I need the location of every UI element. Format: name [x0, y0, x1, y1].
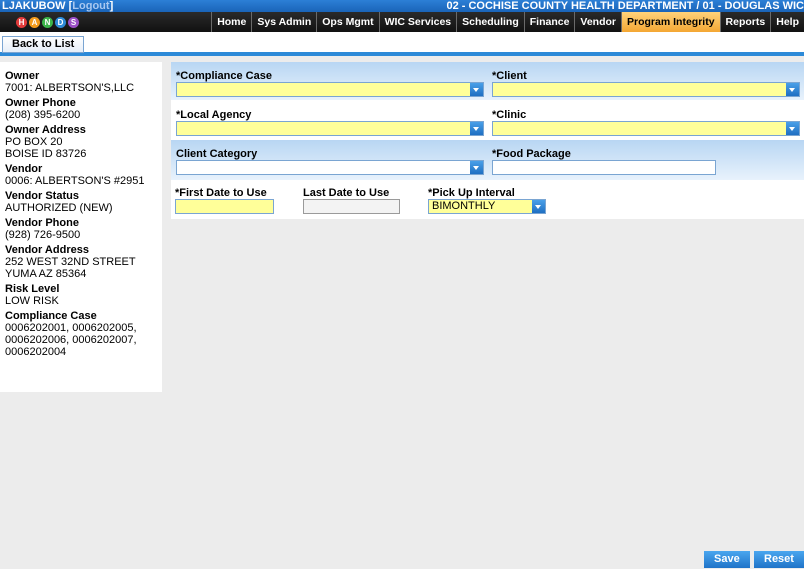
info-label: Vendor Address	[5, 244, 89, 256]
food-package-field: *Food Package	[492, 148, 717, 175]
chevron-down-icon[interactable]	[470, 122, 483, 135]
action-row: Back to List	[0, 32, 804, 56]
local-agency-field: *Local Agency	[176, 109, 484, 136]
client-category-select[interactable]	[176, 160, 484, 175]
info-value: 0006: ALBERTSON'S #2951	[5, 175, 145, 187]
local-agency-select[interactable]	[176, 121, 484, 136]
client-field: *Client	[492, 70, 800, 97]
info-value: 252 WEST 32ND STREET YUMA AZ 85364	[5, 256, 136, 280]
chevron-down-icon[interactable]	[786, 83, 799, 96]
logo-letter: A	[29, 17, 40, 28]
info-value: AUTHORIZED (NEW)	[5, 202, 113, 214]
logout-link[interactable]: Logout	[72, 0, 109, 12]
info-value: LOW RISK	[5, 295, 59, 307]
vendor-info-panel: Owner 7001: ALBERTSON'S,LLC Owner Phone (20…	[0, 62, 162, 392]
hands-logo: HANDS	[6, 13, 86, 31]
nav-item-vendor[interactable]: Vendor	[574, 12, 621, 32]
save-button[interactable]: Save	[704, 551, 750, 568]
form-row-2: *Local Agency *Clinic	[171, 100, 804, 140]
info-label: Vendor Phone	[5, 217, 79, 229]
username: LJAKUBOW	[2, 0, 66, 12]
local-agency-label: *Local Agency	[176, 109, 252, 121]
logo-letter: D	[55, 17, 66, 28]
agency-clinic-label: 02 - COCHISE COUNTY HEALTH DEPARTMENT / …	[446, 0, 804, 12]
info-value: 0006202001, 0006202005, 0006202006, 0006…	[5, 322, 137, 358]
reset-button[interactable]: Reset	[754, 551, 804, 568]
nav-item-program-integrity[interactable]: Program Integrity	[621, 12, 720, 32]
info-label: Vendor	[5, 163, 43, 175]
logo-letter: H	[16, 17, 27, 28]
info-label: Owner Phone	[5, 97, 76, 109]
logo-letter: N	[42, 17, 53, 28]
form-row-3: Client Category *Food Package	[171, 140, 804, 180]
info-label: Vendor Status	[5, 190, 79, 202]
last-date-field: Last Date to Use	[303, 187, 403, 214]
info-value: (928) 726-9500	[5, 229, 81, 241]
pickup-interval-field: *Pick Up Interval BIMONTHLY	[428, 187, 548, 214]
compliance-case-field: *Compliance Case	[176, 70, 484, 97]
food-package-input[interactable]	[492, 160, 716, 175]
info-value: 7001: ALBERTSON'S,LLC	[5, 82, 135, 94]
nav-item-scheduling[interactable]: Scheduling	[456, 12, 524, 32]
nav-item-home[interactable]: Home	[211, 12, 251, 32]
chevron-down-icon[interactable]	[532, 200, 545, 213]
pickup-interval-select[interactable]: BIMONTHLY	[428, 199, 546, 214]
info-value: PO BOX 20 BOISE ID 83726	[5, 136, 87, 160]
nav-menu: Home Sys Admin Ops Mgmt WIC Services Schedul…	[211, 12, 804, 32]
info-label: Risk Level	[5, 283, 60, 295]
chevron-down-icon[interactable]	[470, 161, 483, 174]
compliance-case-label: *Compliance Case	[176, 70, 272, 82]
logo-letter: S	[68, 17, 79, 28]
first-date-input[interactable]	[175, 199, 274, 214]
form-row-1: *Compliance Case *Client	[171, 62, 804, 100]
clinic-select[interactable]	[492, 121, 800, 136]
food-package-label: *Food Package	[492, 148, 571, 160]
last-date-input[interactable]	[303, 199, 400, 214]
pickup-interval-label: *Pick Up Interval	[428, 187, 515, 199]
chevron-down-icon[interactable]	[786, 122, 799, 135]
first-date-field: *First Date to Use	[175, 187, 275, 214]
top-status-bar: LJAKUBOW [Logout] 02 - COCHISE COUNTY HE…	[0, 0, 804, 12]
nav-item-finance[interactable]: Finance	[523, 12, 575, 32]
clinic-field: *Clinic	[492, 109, 800, 136]
client-label: *Client	[492, 70, 527, 82]
nav-item-wic-services[interactable]: WIC Services	[378, 12, 457, 32]
clinic-label: *Clinic	[492, 109, 527, 121]
last-date-label: Last Date to Use	[303, 187, 390, 199]
nav-item-reports[interactable]: Reports	[719, 12, 771, 32]
main-nav-bar: HANDS Home Sys Admin Ops Mgmt WIC Services S…	[0, 12, 804, 32]
nav-item-ops-mgmt[interactable]: Ops Mgmt	[316, 12, 378, 32]
client-category-field: Client Category	[176, 148, 484, 175]
first-date-label: *First Date to Use	[175, 187, 267, 199]
nav-item-sys-admin[interactable]: Sys Admin	[251, 12, 316, 32]
bracket-close: ]	[109, 0, 114, 12]
info-label: Owner	[5, 70, 40, 82]
pickup-interval-value: BIMONTHLY	[432, 200, 496, 212]
chevron-down-icon[interactable]	[470, 83, 483, 96]
back-to-list-button[interactable]: Back to List	[2, 36, 85, 53]
form-row-4: *First Date to Use Last Date to Use *Pic…	[171, 180, 804, 219]
client-category-label: Client Category	[176, 148, 258, 160]
nav-item-help[interactable]: Help	[770, 12, 804, 32]
user-info: LJAKUBOW [Logout]	[2, 0, 113, 12]
compliance-case-select[interactable]	[176, 82, 484, 97]
compliance-form: *Compliance Case *Client *Local Agency *…	[171, 62, 804, 219]
info-value: (208) 395-6200	[5, 109, 81, 121]
client-select[interactable]	[492, 82, 800, 97]
info-label: Compliance Case	[5, 310, 97, 322]
info-label: Owner Address	[5, 124, 86, 136]
